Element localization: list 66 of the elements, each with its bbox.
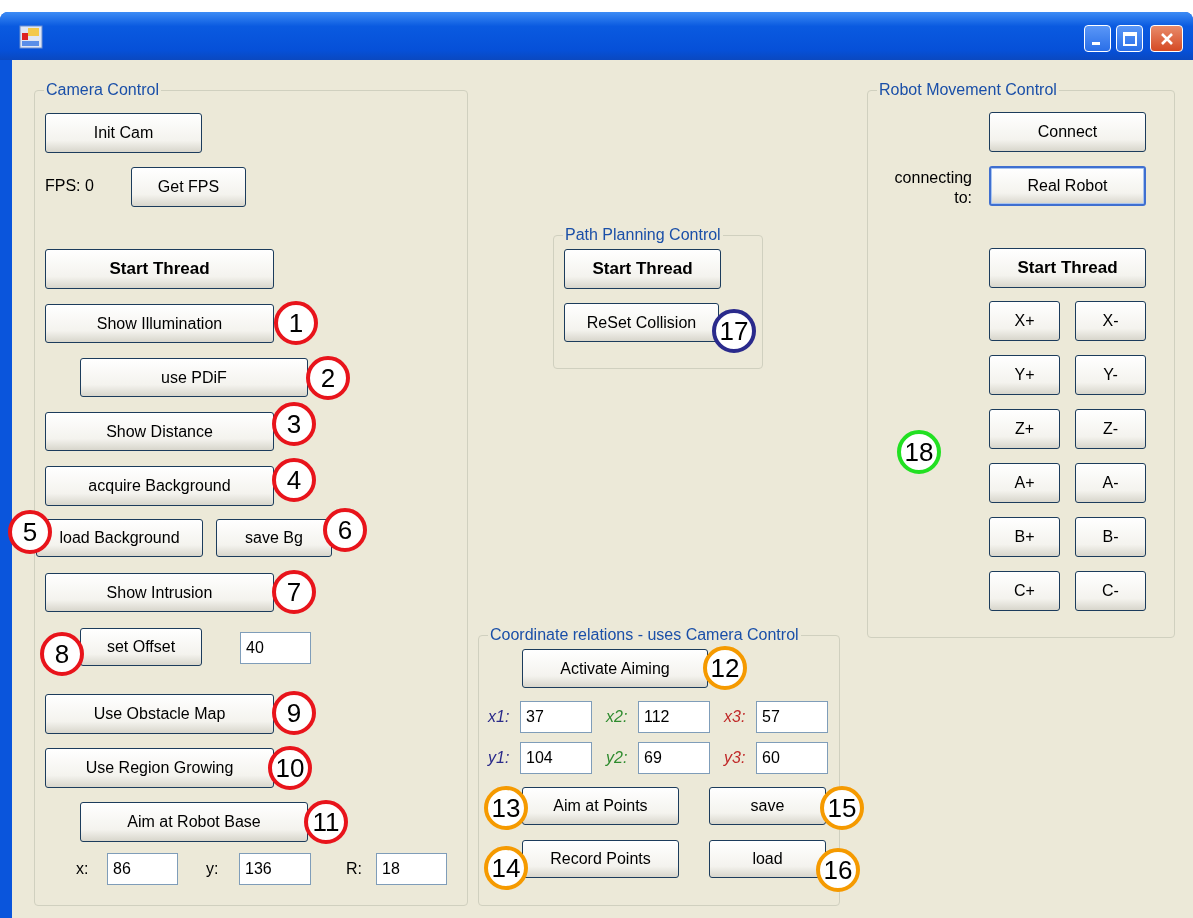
form-button[interactable]: load	[709, 840, 826, 878]
form-button[interactable]: Y-	[1075, 355, 1146, 395]
input-field[interactable]: 18	[376, 853, 447, 885]
form-button[interactable]: save	[709, 787, 826, 825]
form-button[interactable]: save Bg	[216, 519, 332, 557]
form-button[interactable]: ReSet Collision	[564, 303, 719, 342]
group-title: Path Planning Control	[563, 226, 723, 244]
close-icon	[1158, 30, 1175, 47]
form-button[interactable]: Use Region Growing	[45, 748, 274, 788]
form-button[interactable]: Init Cam	[45, 113, 202, 153]
form-button[interactable]: Show Distance	[45, 412, 274, 451]
form-button[interactable]: Get FPS	[131, 167, 246, 207]
form-button[interactable]: Show Illumination	[45, 304, 274, 343]
input-field[interactable]: 112	[638, 701, 710, 733]
form-button[interactable]: use PDiF	[80, 358, 308, 397]
input-field[interactable]: 104	[520, 742, 592, 774]
coordinate-label: x3:	[724, 708, 747, 726]
form-button[interactable]: Real Robot	[989, 166, 1146, 206]
form-button[interactable]: A+	[989, 463, 1060, 503]
maximize-icon	[1121, 30, 1138, 47]
input-field[interactable]: 86	[107, 853, 178, 885]
form-button[interactable]: Record Points	[522, 840, 679, 878]
form-label: 0	[85, 176, 95, 196]
form-button[interactable]: X+	[989, 301, 1060, 341]
input-field[interactable]: 60	[756, 742, 828, 774]
input-field[interactable]: 37	[520, 701, 592, 733]
form-label: connecting to:	[893, 168, 972, 208]
input-field[interactable]: 69	[638, 742, 710, 774]
form-button[interactable]: A-	[1075, 463, 1146, 503]
form-button[interactable]: Connect	[989, 112, 1146, 152]
form-label: y:	[206, 859, 220, 879]
form-button[interactable]: load Background	[36, 519, 203, 557]
form-button[interactable]: set Offset	[80, 628, 202, 666]
maximize-button[interactable]	[1116, 25, 1143, 52]
form-button[interactable]: Z-	[1075, 409, 1146, 449]
form-button[interactable]: X-	[1075, 301, 1146, 341]
form-button[interactable]: B-	[1075, 517, 1146, 557]
app-icon	[19, 25, 43, 49]
minimize-button[interactable]	[1084, 25, 1111, 52]
form-button[interactable]: Show Intrusion	[45, 573, 274, 612]
form-button[interactable]: Start Thread	[45, 249, 274, 289]
form-button[interactable]: Y+	[989, 355, 1060, 395]
form-button[interactable]: C+	[989, 571, 1060, 611]
form-button[interactable]: Start Thread	[564, 249, 721, 289]
form-button[interactable]: Aim at Robot Base	[80, 802, 308, 842]
form-button[interactable]: B+	[989, 517, 1060, 557]
input-field[interactable]: 136	[239, 853, 311, 885]
form-button[interactable]: Use Obstacle Map	[45, 694, 274, 734]
input-field[interactable]: 57	[756, 701, 828, 733]
form-label: x:	[76, 859, 90, 879]
form-button[interactable]: C-	[1075, 571, 1146, 611]
coordinate-label: y1:	[488, 749, 511, 767]
form-button[interactable]: Aim at Points	[522, 787, 679, 825]
form-button[interactable]: Activate Aiming	[522, 649, 708, 688]
form-button[interactable]: acquire Background	[45, 466, 274, 506]
coordinate-label: y2:	[606, 749, 629, 767]
form-label: R:	[346, 859, 363, 879]
close-button[interactable]	[1150, 25, 1183, 52]
coordinate-label: x2:	[606, 708, 629, 726]
minimize-icon	[1091, 42, 1100, 45]
form-button[interactable]: Z+	[989, 409, 1060, 449]
coordinate-label: x1:	[488, 708, 511, 726]
form-button[interactable]: Start Thread	[989, 248, 1146, 288]
input-field[interactable]: 40	[240, 632, 311, 664]
form-label: FPS:	[45, 176, 82, 196]
coordinate-label: y3:	[724, 749, 747, 767]
